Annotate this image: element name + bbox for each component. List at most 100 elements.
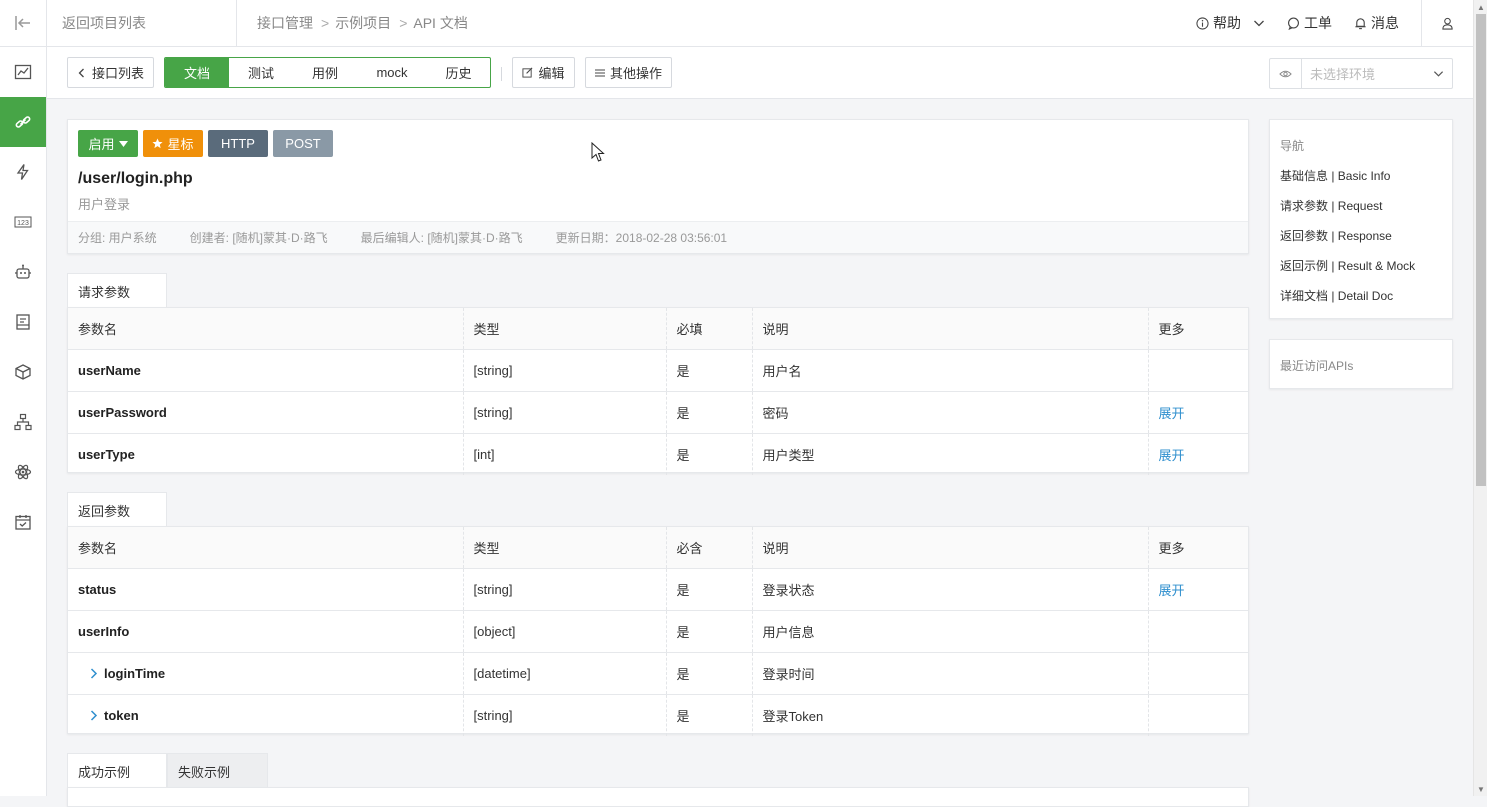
- param-name: token: [68, 694, 463, 736]
- meta-updated: 更新日期：2018-02-28 03:56:01: [555, 231, 728, 245]
- param-name: userPassword: [68, 391, 463, 434]
- response-params-table: 参数名 类型 必含 说明 更多 status [string] 是 登录状态 展…: [67, 526, 1249, 736]
- tab-failure-example[interactable]: 失败示例: [167, 753, 268, 788]
- expand-link[interactable]: 展开: [1159, 583, 1185, 598]
- table-row: userType [int] 是 用户类型 展开: [68, 433, 1248, 475]
- robot-icon: [15, 264, 31, 279]
- param-name: userType: [78, 446, 135, 462]
- more-actions-button[interactable]: 其他操作: [585, 57, 672, 88]
- rail-atom-button[interactable]: [0, 447, 46, 497]
- expand-link[interactable]: 展开: [1159, 406, 1185, 421]
- param-type: [string]: [462, 349, 666, 392]
- param-desc: 登录状态: [751, 568, 1148, 611]
- bell-icon: [1355, 17, 1366, 29]
- api-list-button[interactable]: 接口列表: [67, 57, 154, 88]
- breadcrumb-current: API 文档: [413, 15, 468, 31]
- page-scrollbar[interactable]: ▲ ▼: [1473, 0, 1487, 796]
- back-to-projects-label: 返回项目列表: [62, 15, 146, 31]
- tab-test[interactable]: 测试: [229, 58, 293, 87]
- example-panel: [67, 787, 1249, 807]
- edit-button[interactable]: 编辑: [512, 57, 575, 88]
- column-header: 类型: [462, 308, 666, 350]
- environment-select[interactable]: 未选择环境: [1269, 58, 1453, 89]
- messages-link[interactable]: 消息: [1354, 13, 1399, 33]
- user-menu[interactable]: [1421, 0, 1473, 47]
- star-button[interactable]: 星标: [143, 130, 203, 157]
- chevron-right-icon[interactable]: [90, 710, 98, 721]
- document-icon: [16, 314, 30, 330]
- back-to-projects-link[interactable]: 返回项目列表: [47, 0, 237, 47]
- nav-item-response[interactable]: 返回参数 | Response: [1280, 227, 1392, 244]
- edit-label: 编辑: [538, 66, 565, 81]
- view-tabs: 文档 测试 用例 mock 历史: [164, 57, 491, 88]
- rail-doc-button[interactable]: [0, 297, 46, 347]
- tab-success-example[interactable]: 成功示例: [67, 753, 167, 788]
- method-badge: POST: [273, 130, 333, 157]
- scroll-up-arrow-icon[interactable]: ▲: [1474, 0, 1487, 14]
- rail-dashboard-button[interactable]: [0, 47, 46, 97]
- help-menu[interactable]: 帮助: [1196, 13, 1265, 33]
- star-label: 星标: [167, 137, 194, 152]
- api-name: 用户登录: [78, 197, 131, 212]
- info-icon: [1196, 16, 1209, 30]
- meta-creator: 创建者: [随机]蒙其·D·路飞: [189, 231, 328, 245]
- param-required: 是: [665, 568, 752, 611]
- rail-structure-button[interactable]: [0, 397, 46, 447]
- collapse-sidebar-button[interactable]: [0, 0, 46, 47]
- nav-item-result-mock[interactable]: 返回示例 | Result & Mock: [1280, 257, 1415, 274]
- environment-placeholder: 未选择环境: [1310, 67, 1376, 82]
- rail-number-button[interactable]: 123: [0, 197, 46, 247]
- cube-icon: [15, 364, 31, 380]
- chevron-down-icon: [1424, 68, 1452, 79]
- param-required: 是: [665, 349, 752, 392]
- more-actions-label: 其他操作: [609, 66, 662, 81]
- tab-request-params[interactable]: 请求参数: [67, 273, 167, 308]
- chevron-right-icon[interactable]: [90, 667, 98, 679]
- eye-icon: [1270, 59, 1302, 88]
- column-header: 必含: [665, 527, 752, 569]
- tab-doc[interactable]: 文档: [165, 58, 229, 87]
- scrollbar-thumb[interactable]: [1476, 14, 1486, 486]
- table-row: token [string] 是 登录Token: [68, 694, 1248, 736]
- column-header: 类型: [462, 527, 666, 569]
- rail-test-button[interactable]: [0, 147, 46, 197]
- recent-apis-title: 最近访问APIs: [1280, 359, 1354, 373]
- ticket-link[interactable]: 工单: [1287, 13, 1332, 33]
- rail-package-button[interactable]: [0, 347, 46, 397]
- list-icon: [594, 69, 605, 76]
- param-name-text: loginTime: [104, 665, 166, 681]
- rail-calendar-button[interactable]: [0, 497, 46, 547]
- tab-response-params[interactable]: 返回参数: [67, 492, 167, 527]
- nav-item-detail-doc[interactable]: 详细文档 | Detail Doc: [1280, 287, 1393, 304]
- param-more: [1147, 652, 1248, 695]
- toolbar-divider: [501, 67, 502, 81]
- breadcrumb-project[interactable]: 示例项目: [335, 13, 391, 33]
- tab-history[interactable]: 历史: [427, 58, 490, 87]
- request-params-table: 参数名 类型 必填 说明 更多 userName [string] 是 用户名 …: [67, 307, 1249, 475]
- param-name: userName: [68, 349, 463, 392]
- param-desc: 登录时间: [751, 652, 1148, 695]
- rail-robot-button[interactable]: [0, 247, 46, 297]
- nav-item-basic-info[interactable]: 基础信息 | Basic Info: [1280, 167, 1390, 184]
- chevron-left-icon: [78, 68, 84, 77]
- nav-item-request[interactable]: 请求参数 | Request: [1280, 197, 1382, 214]
- param-type: [object]: [462, 610, 666, 653]
- tab-cases[interactable]: 用例: [293, 58, 357, 87]
- api-list-label: 接口列表: [91, 66, 144, 81]
- top-header: 返回项目列表 接口管理 > 示例项目 > API 文档 帮助 工单 消息: [47, 0, 1473, 47]
- param-name: loginTime: [68, 652, 463, 695]
- chevron-down-icon: [1254, 20, 1264, 27]
- status-dropdown[interactable]: 启用: [78, 130, 138, 157]
- rail-api-button[interactable]: [0, 97, 46, 147]
- side-nav: 导航 基础信息 | Basic Info 请求参数 | Request 返回参数…: [1269, 119, 1453, 319]
- column-header: 说明: [751, 527, 1148, 569]
- mouse-cursor-icon: [591, 142, 605, 162]
- param-more: [1147, 610, 1248, 653]
- breadcrumb-api-management[interactable]: 接口管理: [257, 13, 313, 33]
- param-required: 是: [665, 694, 752, 736]
- scroll-down-arrow-icon[interactable]: ▼: [1474, 782, 1487, 796]
- tab-mock[interactable]: mock: [357, 58, 427, 87]
- atom-icon: [14, 464, 32, 480]
- expand-link[interactable]: 展开: [1159, 448, 1185, 463]
- number-icon: 123: [14, 216, 32, 228]
